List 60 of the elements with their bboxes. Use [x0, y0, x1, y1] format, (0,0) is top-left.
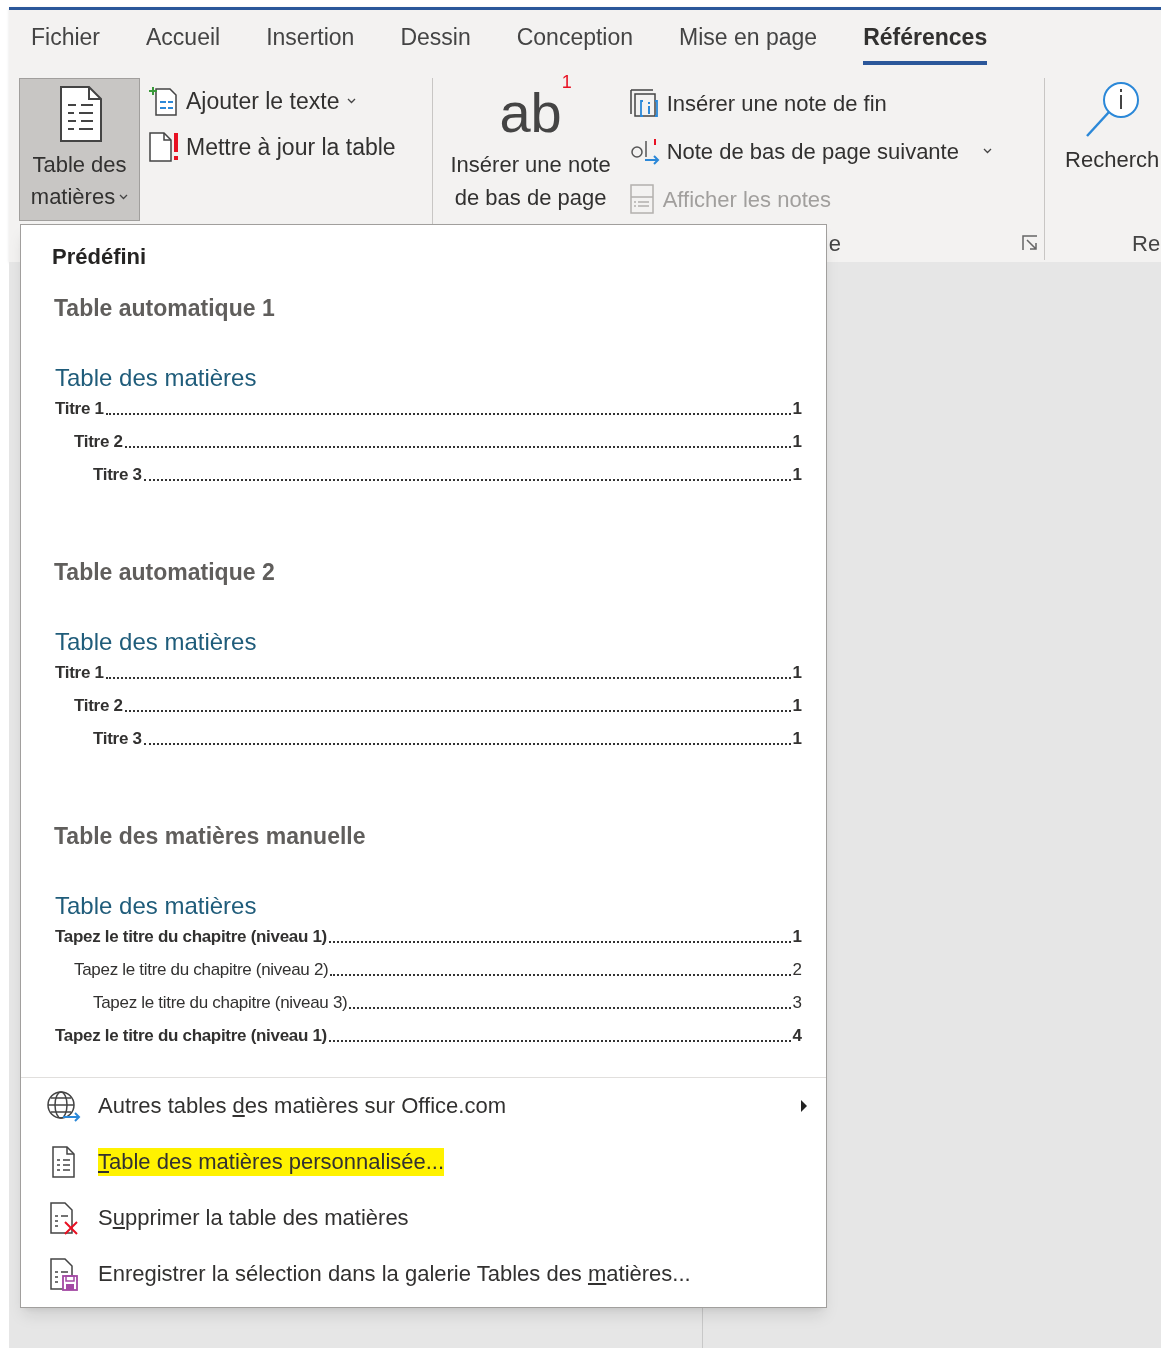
page-number: 2: [792, 961, 802, 979]
ribbon-tab[interactable]: Références: [863, 10, 988, 65]
ribbon-tab[interactable]: Accueil: [146, 10, 221, 65]
menu-item-label: Autres tables des matières sur Office.com: [98, 1092, 506, 1120]
gallery-item-title[interactable]: Table des matières manuelle: [54, 818, 366, 854]
section-heading: Prédéfini: [52, 242, 147, 271]
next-footnote-icon: [628, 136, 661, 166]
toc-entry-text: Titre 3: [93, 466, 142, 484]
menu-item-label: Supprimer la table des matières: [98, 1204, 409, 1232]
toc-entry-text: Tapez le titre du chapitre (niveau 1): [55, 1027, 327, 1045]
preview-title: Table des matières: [55, 363, 257, 393]
menu-item[interactable]: Enregistrer la sélection dans la galerie Tables des matières...: [21, 1246, 826, 1302]
preview-title: Table des matières: [55, 627, 257, 657]
ribbon-tab[interactable]: Dessin: [400, 10, 471, 65]
menu-item[interactable]: Table des matières personnalisée...: [21, 1134, 826, 1190]
page-number: 4: [792, 1027, 802, 1045]
page-number: 1: [792, 928, 802, 946]
group-label: e: [828, 229, 841, 258]
superscript-mark: 1: [561, 72, 572, 92]
ribbon-tab[interactable]: Mise en page: [679, 10, 818, 65]
table-of-contents-button[interactable]: Table des matières: [19, 78, 140, 221]
toc-entry-text: Titre 1: [55, 664, 104, 682]
page-number: 1: [792, 730, 802, 748]
endnote-icon: [628, 88, 661, 118]
ribbon-tab[interactable]: Fichier: [31, 10, 100, 65]
toc-entry-text: Tapez le titre du chapitre (niveau 2): [74, 961, 329, 979]
gallery-item-title[interactable]: Table automatique 1: [54, 290, 275, 326]
insert-endnote-button[interactable]: Insérer une note de fin: [628, 83, 992, 123]
toc-entry-text: Titre 2: [74, 433, 123, 451]
page-number: 1: [792, 400, 802, 418]
next-footnote-button[interactable]: Note de bas de page suivante: [628, 131, 992, 171]
toc-entry-text: Titre 2: [74, 697, 123, 715]
page-number: 1: [792, 466, 802, 484]
menu-item-label: Enregistrer la sélection dans la galerie Tables des matières...: [98, 1260, 691, 1288]
ab-icon-text: ab: [499, 81, 562, 144]
page-number: 1: [792, 433, 802, 451]
dialog-launcher-icon: [1022, 235, 1039, 251]
menu-item[interactable]: Supprimer la table des matières: [21, 1190, 826, 1246]
add-text-button[interactable]: Ajouter le texte: [148, 81, 396, 121]
ribbon-tab[interactable]: Conception: [516, 10, 634, 65]
toc-entry-text: Tapez le titre du chapitre (niveau 3): [93, 994, 348, 1012]
ribbon-tab[interactable]: Insertion: [266, 10, 355, 65]
preview-title: Table des matières: [55, 891, 257, 921]
menu-item-label: Table des matières personnalisée...: [98, 1148, 445, 1176]
page-number: 3: [792, 994, 802, 1012]
toc-entry-text: Tapez le titre du chapitre (niveau 1): [55, 928, 327, 946]
group-label: Re: [1132, 229, 1161, 258]
page-number: 1: [792, 664, 802, 682]
gallery-item-title[interactable]: Table automatique 2: [54, 554, 275, 590]
notes-icon: [628, 183, 655, 215]
add-text-icon: [148, 85, 178, 117]
research-button[interactable]: Recherch: [1065, 78, 1161, 228]
globe-icon: [45, 1089, 81, 1123]
document-alert-icon: [148, 130, 180, 164]
toc-entry-text: Titre 3: [93, 730, 142, 748]
page-number: 1: [792, 697, 802, 715]
update-table-button[interactable]: Mettre à jour la table: [148, 127, 396, 167]
menu-item[interactable]: Autres tables des matières sur Office.com: [21, 1078, 826, 1134]
dialog-launcher-button[interactable]: [1022, 235, 1039, 251]
toc-entry-text: Titre 1: [55, 400, 104, 418]
